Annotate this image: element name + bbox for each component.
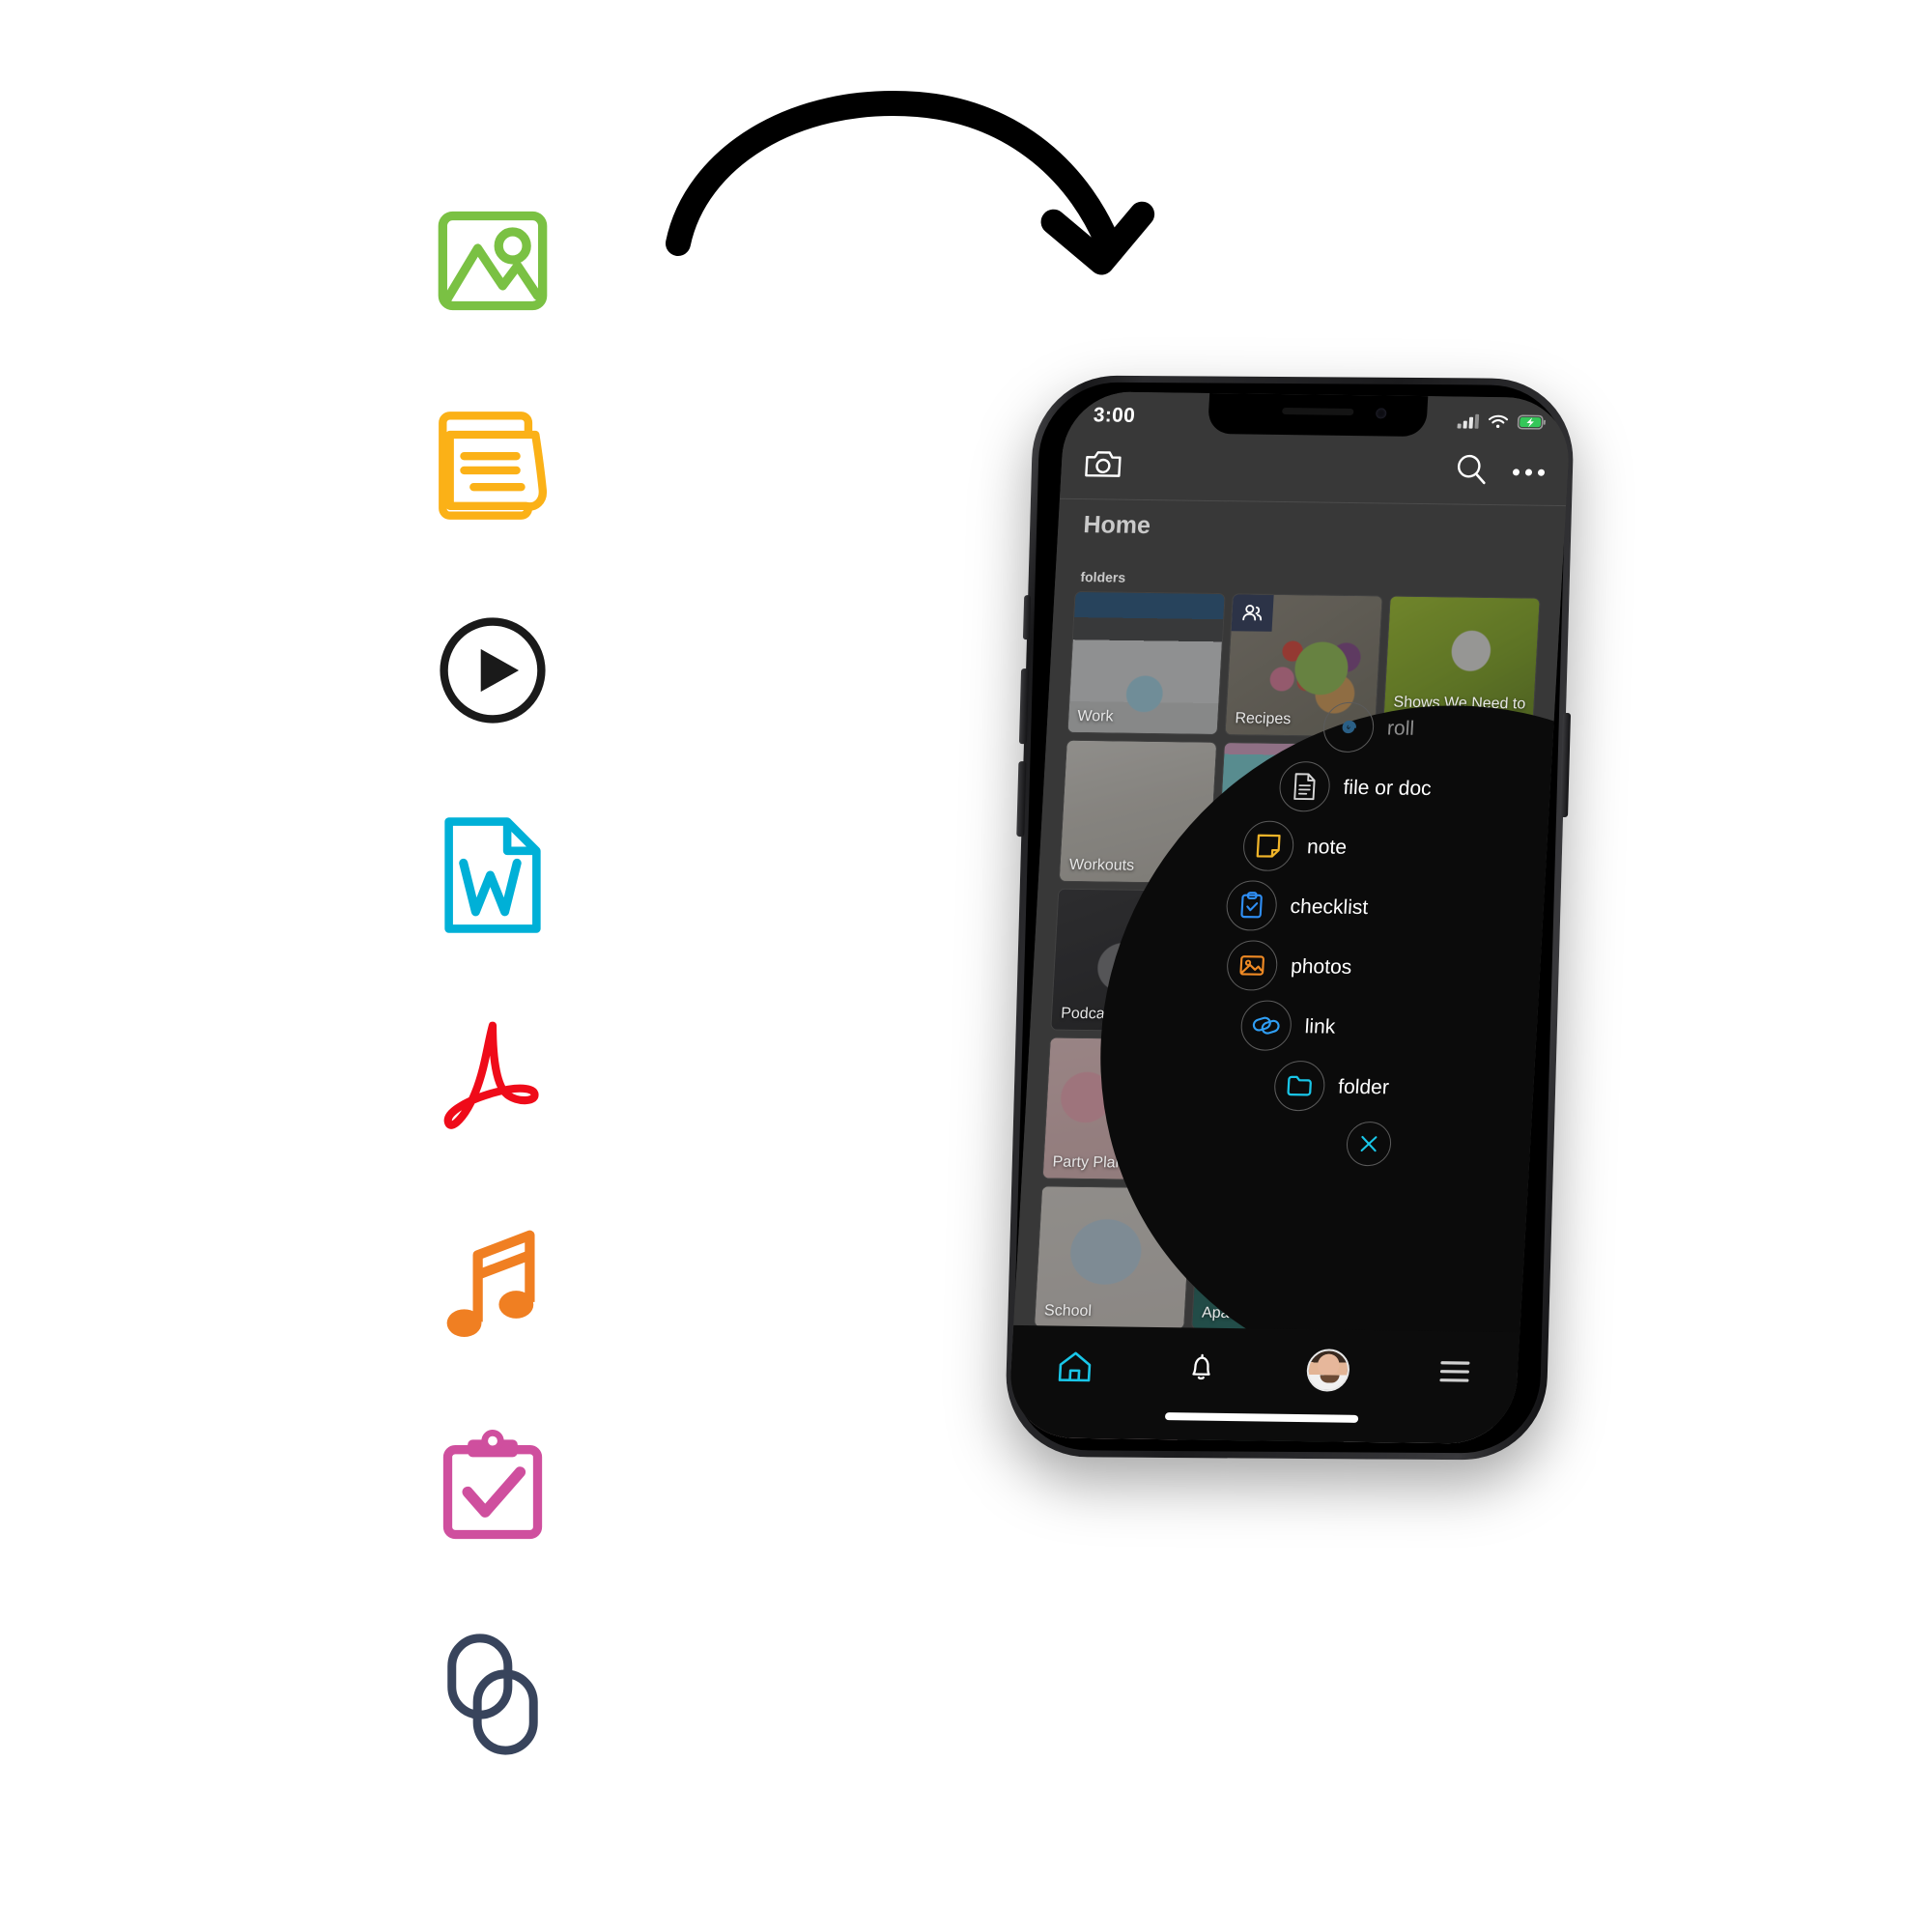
app-top-bar [1059,433,1570,507]
fan-item-label: roll [1386,716,1415,740]
fan-item-label: note [1306,835,1348,859]
folder-card[interactable]: Work [1067,591,1225,734]
shared-people-icon [1231,594,1274,632]
curved-arrow [657,68,1217,357]
fan-item-roll[interactable]: roll [1321,701,1555,755]
page-root: 3:00 Home folders Work Recipes Shows We … [0,0,1932,1932]
fan-item-checklist[interactable]: checklist [1225,880,1545,935]
fan-item-link[interactable]: link [1239,1000,1538,1054]
app-bar-actions [1454,452,1546,491]
wifi-icon [1488,414,1509,429]
document-icon [1278,760,1332,812]
fan-close-wrap [1345,1121,1532,1169]
link-icon [406,1607,580,1781]
note-icon [406,379,580,553]
search-icon[interactable] [1454,452,1489,490]
music-note-icon [406,1198,580,1372]
word-doc-icon [406,788,580,962]
home-icon [1058,1351,1091,1382]
fan-item-folder[interactable]: folder [1272,1060,1535,1115]
nav-home[interactable] [1039,1341,1110,1392]
fan-menu: roll file or doc note checklist photos l… [1210,700,1555,1168]
avatar [1305,1349,1350,1392]
fan-item-label: photos [1290,954,1352,979]
nav-notifications[interactable] [1166,1343,1236,1394]
folder-icon [1272,1060,1326,1112]
status-clock: 3:00 [1093,404,1136,427]
volume-down-button[interactable] [1016,761,1027,838]
status-indicators [1457,413,1546,430]
front-camera [1375,408,1387,419]
pdf-icon [406,993,580,1167]
play-icon [406,583,580,757]
folder-label: School [1043,1302,1093,1321]
chain-link-icon [1239,1000,1293,1051]
fan-item-photos[interactable]: photos [1225,940,1542,994]
sticky-note-icon [1241,820,1295,872]
fan-item-file-or-doc[interactable]: file or doc [1278,760,1551,815]
battery-charging-icon [1517,413,1546,430]
spiral-roll-icon [1321,701,1376,753]
earpiece-speaker [1282,407,1354,416]
notch [1207,392,1429,438]
app-screen: 3:00 Home folders Work Recipes Shows We … [1007,390,1573,1445]
phone-mockup: 3:00 Home folders Work Recipes Shows We … [1004,375,1715,1461]
close-x-icon[interactable] [1345,1121,1393,1167]
phone-frame: 3:00 Home folders Work Recipes Shows We … [1004,375,1576,1461]
fan-item-label: folder [1337,1075,1390,1098]
clipboard-check-icon [1225,880,1279,931]
nav-profile[interactable] [1293,1345,1363,1396]
camera-icon[interactable] [1084,448,1122,484]
power-button[interactable] [1560,713,1572,818]
image-icon [406,174,580,348]
fan-item-label: link [1304,1014,1336,1038]
photo-icon [1225,940,1279,991]
fan-item-label: checklist [1290,895,1369,919]
fan-item-label: file or doc [1342,776,1433,800]
nav-menu[interactable] [1419,1347,1490,1398]
bottom-navigation [1007,1324,1520,1445]
section-label-folders: folders [1080,569,1126,585]
media-type-icon-list [406,174,599,1812]
page-title: Home [1082,511,1151,540]
fan-item-note[interactable]: note [1241,820,1548,874]
more-horizontal-icon[interactable] [1512,469,1546,476]
hamburger-menu-icon [1438,1361,1469,1382]
signal-bars-icon [1457,413,1480,429]
checklist-icon [406,1403,580,1577]
mute-switch[interactable] [1022,595,1032,640]
phone-screen: 3:00 Home folders Work Recipes Shows We … [1007,390,1573,1445]
bell-icon [1191,1353,1210,1380]
folder-label: Work [1076,707,1114,725]
volume-up-button[interactable] [1018,668,1030,745]
